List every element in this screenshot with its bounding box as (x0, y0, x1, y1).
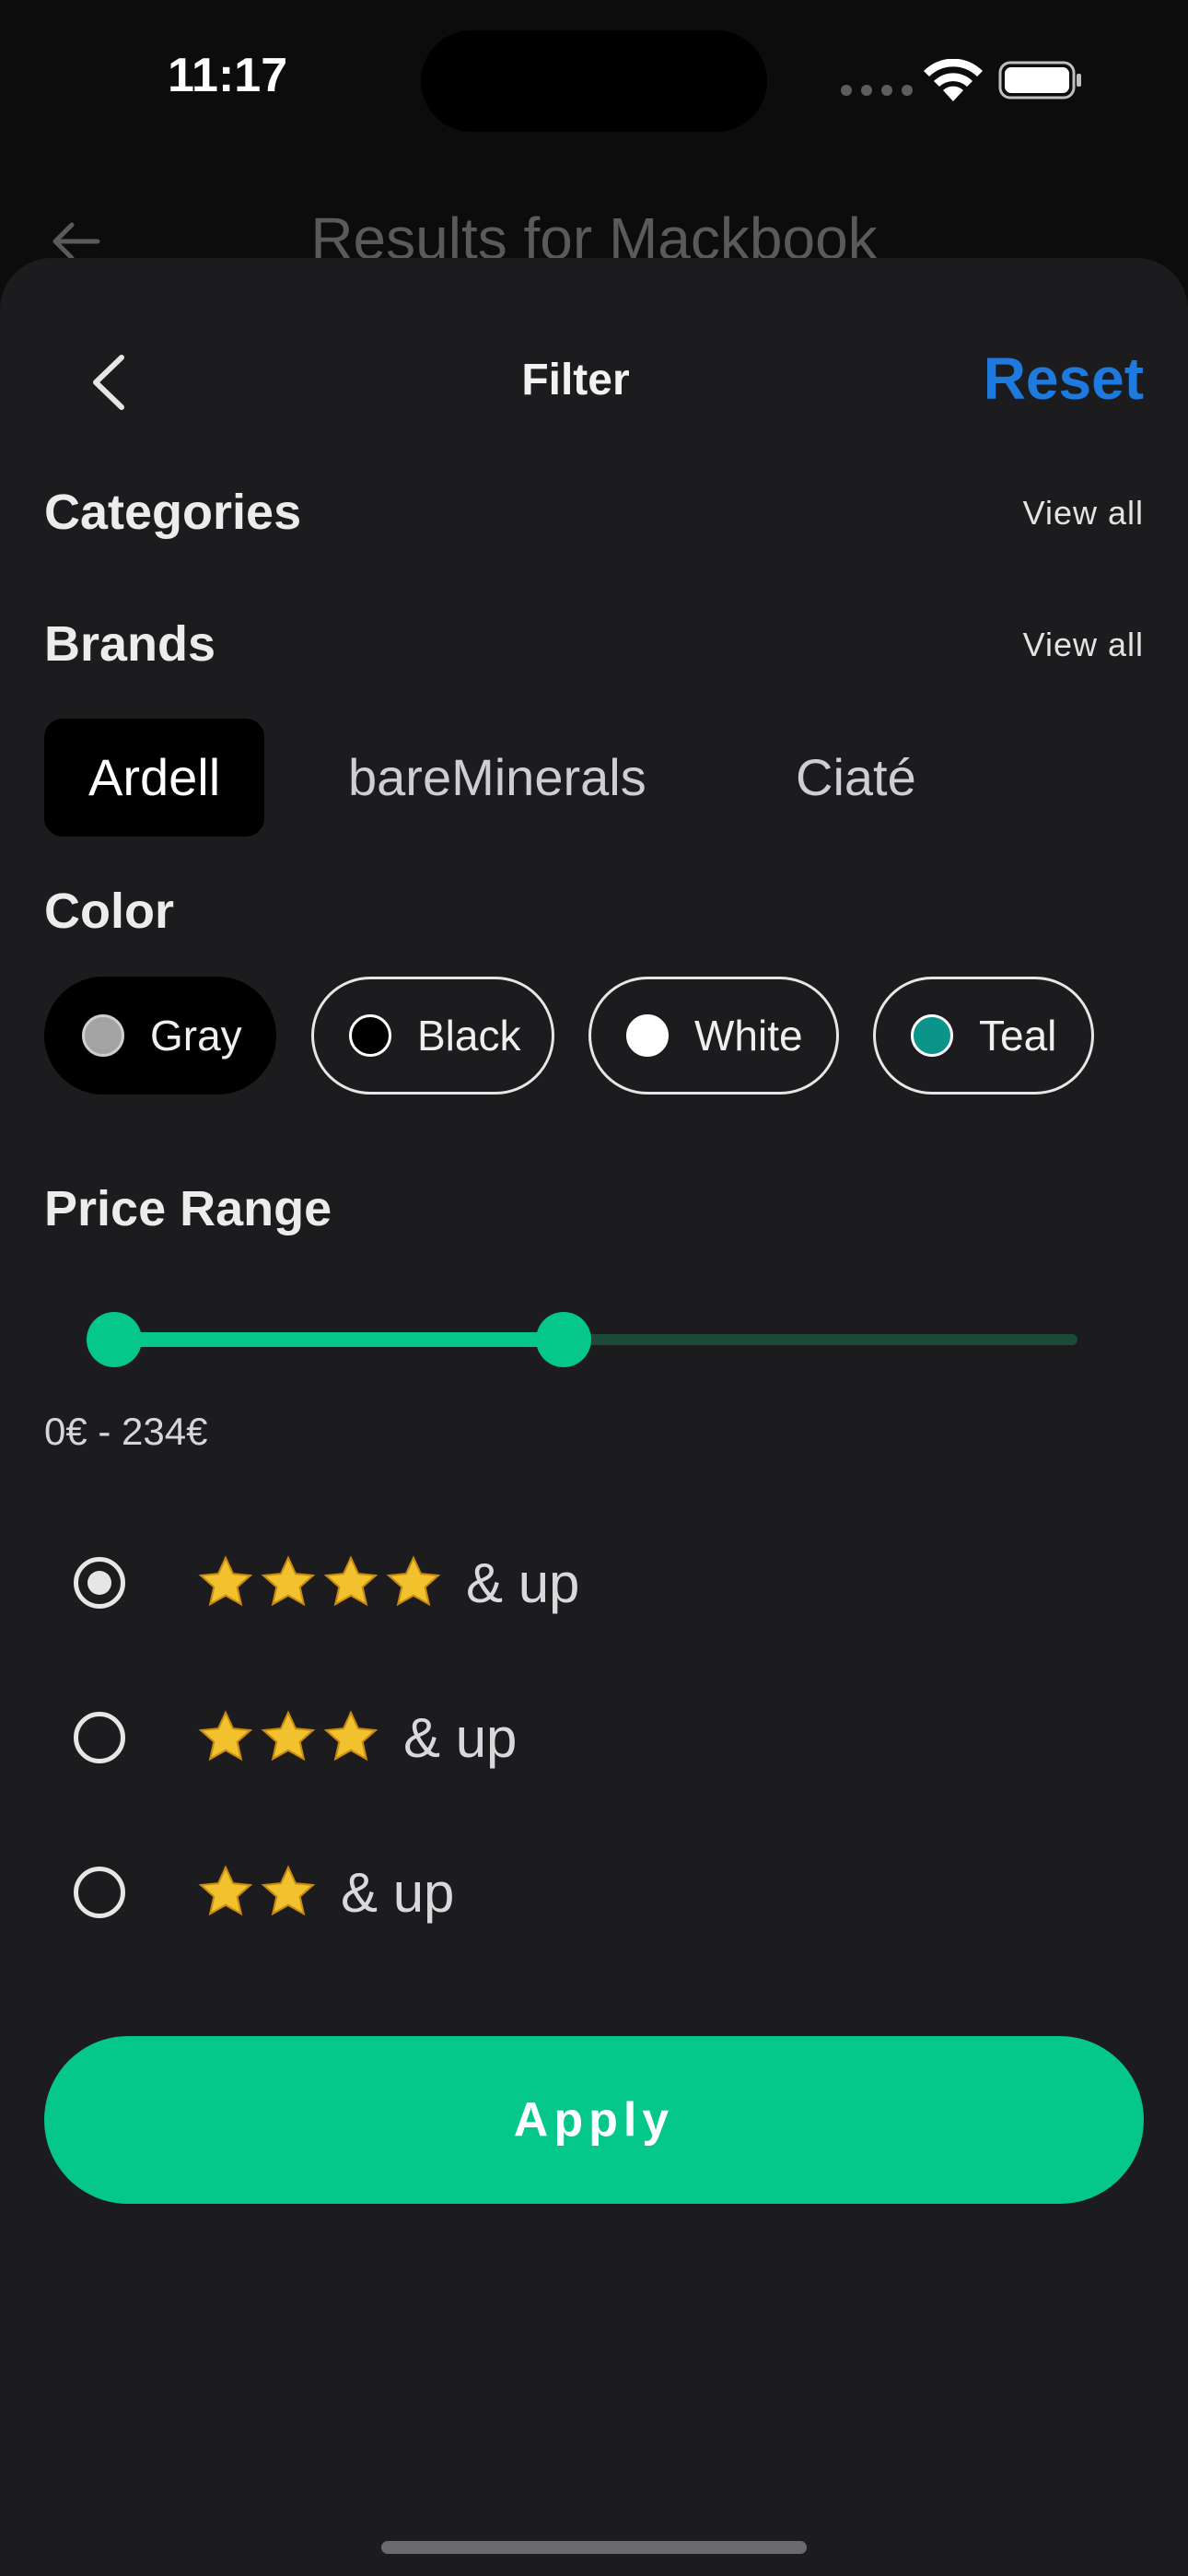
price-range-text: 0€ - 234€ (44, 1410, 208, 1453)
brands-view-all-link[interactable]: View all (1023, 626, 1144, 664)
gray-swatch (82, 1014, 124, 1057)
rating-3-radio[interactable] (74, 1712, 125, 1763)
price-range-title: Price Range (44, 1181, 332, 1236)
rating-4-radio[interactable] (74, 1557, 125, 1609)
categories-title: Categories (44, 485, 302, 540)
color-title: Color (44, 884, 174, 939)
price-slider-min-handle[interactable] (87, 1312, 142, 1367)
star-icon (323, 1555, 379, 1607)
rating-3-option[interactable]: & up (197, 1701, 517, 1774)
rating-label: & up (403, 1706, 518, 1769)
star-icon (261, 1555, 316, 1607)
brand-chip-ciate[interactable]: Ciaté (751, 719, 961, 837)
brand-chip-bareminerals[interactable]: bareMinerals (304, 719, 691, 837)
star-icon (198, 1865, 253, 1916)
star-icon (261, 1865, 316, 1916)
page-title: Filter (521, 356, 630, 404)
color-chip-teal[interactable]: Teal (873, 977, 1094, 1095)
rating-label: & up (341, 1861, 455, 1924)
price-slider-max-handle[interactable] (536, 1312, 591, 1367)
rating-2-radio[interactable] (74, 1867, 125, 1918)
star-icon (386, 1555, 441, 1607)
categories-view-all-link[interactable]: View all (1023, 494, 1144, 533)
battery-icon (998, 61, 1081, 100)
wifi-icon (924, 59, 983, 101)
price-slider-range (114, 1332, 564, 1347)
color-chip-label: Teal (979, 1012, 1057, 1060)
teal-swatch (911, 1014, 953, 1057)
star-icon (323, 1710, 379, 1762)
color-chip-gray[interactable]: Gray (44, 977, 276, 1095)
black-swatch (349, 1014, 391, 1057)
white-swatch (626, 1014, 669, 1057)
color-chip-white[interactable]: White (588, 977, 839, 1095)
star-icon (198, 1710, 253, 1762)
rating-label: & up (466, 1551, 580, 1614)
color-chip-black[interactable]: Black (311, 977, 554, 1095)
apply-button[interactable]: Apply (44, 2036, 1144, 2204)
color-chip-label: Black (417, 1012, 521, 1060)
star-icon (198, 1555, 253, 1607)
home-indicator (381, 2541, 807, 2554)
reset-button[interactable]: Reset (984, 345, 1144, 413)
color-chip-label: White (694, 1012, 803, 1060)
rating-4-option[interactable]: & up (197, 1546, 579, 1620)
dynamic-island (421, 30, 767, 132)
status-time: 11:17 (168, 49, 288, 102)
brands-title: Brands (44, 616, 216, 672)
color-chip-label: Gray (150, 1012, 242, 1060)
brand-chip-ardell[interactable]: Ardell (44, 719, 265, 837)
rating-2-option[interactable]: & up (197, 1856, 454, 1929)
star-icon (261, 1710, 316, 1762)
